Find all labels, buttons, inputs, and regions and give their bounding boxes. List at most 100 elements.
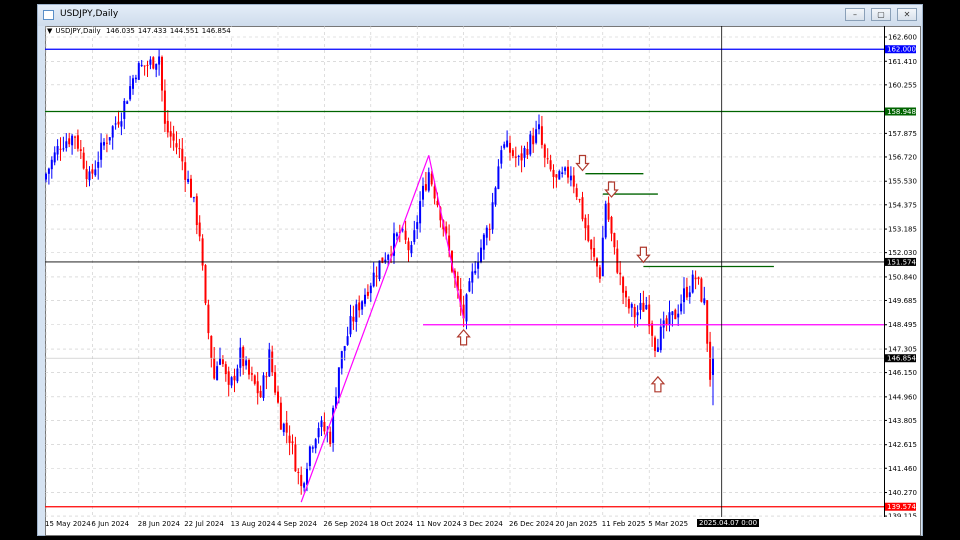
y-tick-label: 157.875 bbox=[888, 130, 917, 138]
candle-body bbox=[625, 290, 627, 298]
candle-body bbox=[265, 376, 268, 378]
x-tick-label: 26 Sep 2024 bbox=[323, 520, 368, 528]
restore-button[interactable]: ▢ bbox=[871, 8, 891, 21]
candle-body bbox=[509, 142, 511, 153]
support-139-label: 139.574 bbox=[887, 503, 916, 511]
candle-body bbox=[659, 326, 662, 351]
candle-body bbox=[134, 77, 137, 80]
price-chart[interactable] bbox=[45, 26, 884, 517]
candle-body bbox=[65, 141, 68, 149]
info-bar: ▼ USDJPY,Daily 146.035 147.433 144.551 146.8… bbox=[47, 27, 234, 35]
candle-body bbox=[221, 359, 224, 365]
candle-body bbox=[146, 64, 149, 66]
candle-body bbox=[627, 299, 630, 309]
close-button[interactable]: ✕ bbox=[897, 8, 917, 21]
info-high: 147.433 bbox=[137, 27, 167, 35]
candle-body bbox=[192, 197, 195, 199]
candle-body bbox=[291, 441, 294, 444]
candle-body bbox=[712, 358, 714, 375]
candle-body bbox=[277, 391, 279, 403]
candle-body bbox=[158, 56, 161, 65]
y-tick-label: 140.270 bbox=[888, 489, 917, 497]
candle-body bbox=[216, 366, 219, 381]
title-bar[interactable]: USDJPY,Daily – ▢ ✕ bbox=[38, 5, 922, 26]
candle-body bbox=[416, 222, 419, 229]
candle-body bbox=[178, 148, 181, 150]
candle-body bbox=[564, 167, 567, 171]
candle-body bbox=[387, 254, 390, 260]
candle-body bbox=[546, 158, 549, 160]
minimize-button[interactable]: – bbox=[845, 8, 865, 21]
candle-body bbox=[337, 367, 340, 398]
candle-body bbox=[230, 377, 233, 386]
candle-body bbox=[656, 347, 659, 352]
candle-body bbox=[187, 178, 190, 182]
candle-body bbox=[259, 390, 262, 397]
crosshair-price-label: 151.574 bbox=[887, 258, 916, 266]
candle-body bbox=[358, 302, 361, 311]
candle-body bbox=[248, 359, 250, 375]
candle-body bbox=[372, 272, 375, 287]
arrow-down-icon bbox=[604, 181, 619, 198]
candle-body bbox=[117, 121, 120, 125]
candle-body bbox=[190, 178, 192, 198]
candle-body bbox=[567, 166, 569, 178]
candle-body bbox=[224, 364, 227, 375]
candle-body bbox=[709, 341, 712, 380]
y-tick-label: 161.410 bbox=[888, 58, 917, 66]
candle-body bbox=[671, 311, 674, 316]
candle-body bbox=[268, 349, 271, 377]
candle-body bbox=[578, 199, 581, 201]
candle-body bbox=[239, 347, 242, 368]
y-tick-label: 139.115 bbox=[888, 513, 917, 517]
candle-body bbox=[184, 162, 187, 180]
current-price-label: 146.854 bbox=[887, 355, 916, 363]
candle-body bbox=[82, 152, 85, 169]
candle-body bbox=[317, 428, 320, 438]
candle-body bbox=[45, 173, 47, 180]
candle-body bbox=[242, 347, 245, 367]
x-tick-label: 3 Dec 2024 bbox=[462, 520, 503, 528]
y-tick-label: 141.460 bbox=[888, 465, 917, 473]
candle-body bbox=[677, 313, 680, 318]
candle-body bbox=[700, 278, 703, 302]
x-tick-label: 22 Jul 2024 bbox=[184, 520, 224, 528]
candle-body bbox=[195, 196, 198, 226]
trend-line bbox=[428, 155, 465, 319]
candle-body bbox=[300, 474, 303, 487]
y-tick-label: 153.185 bbox=[888, 226, 917, 234]
candle-body bbox=[132, 78, 134, 89]
candle-body bbox=[471, 271, 474, 283]
candle-body bbox=[340, 351, 343, 369]
candle-body bbox=[633, 306, 636, 318]
candle-body bbox=[491, 202, 494, 230]
x-tick-label: 6 Jun 2024 bbox=[91, 520, 130, 528]
candle-body bbox=[706, 300, 709, 344]
candle-body bbox=[538, 124, 540, 130]
candle-body bbox=[50, 159, 53, 170]
candle-body bbox=[294, 444, 297, 472]
price-axis[interactable]: 162.600 161.410 160.255 157.875 156.720 155.5… bbox=[884, 26, 922, 517]
candle-body bbox=[163, 90, 166, 124]
candle-body bbox=[140, 64, 143, 66]
candle-body bbox=[274, 372, 277, 393]
candle-body bbox=[636, 312, 639, 316]
dropdown-triangle-icon[interactable]: ▼ bbox=[47, 27, 52, 35]
candle-body bbox=[253, 375, 256, 384]
candle-body bbox=[285, 422, 288, 433]
candle-body bbox=[662, 320, 665, 328]
y-tick-label: 146.150 bbox=[888, 369, 917, 377]
candle-body bbox=[71, 135, 74, 146]
y-tick-label: 144.960 bbox=[888, 393, 917, 401]
candle-body bbox=[419, 201, 422, 224]
candle-body bbox=[569, 175, 572, 181]
candle-body bbox=[378, 260, 381, 280]
y-tick-label: 149.685 bbox=[888, 297, 917, 305]
candle-body bbox=[279, 402, 282, 430]
candle-body bbox=[129, 86, 132, 100]
candle-body bbox=[282, 423, 285, 433]
candle-body bbox=[245, 360, 248, 366]
candle-body bbox=[610, 216, 613, 234]
candle-body bbox=[94, 169, 97, 176]
candle-body bbox=[114, 123, 117, 125]
